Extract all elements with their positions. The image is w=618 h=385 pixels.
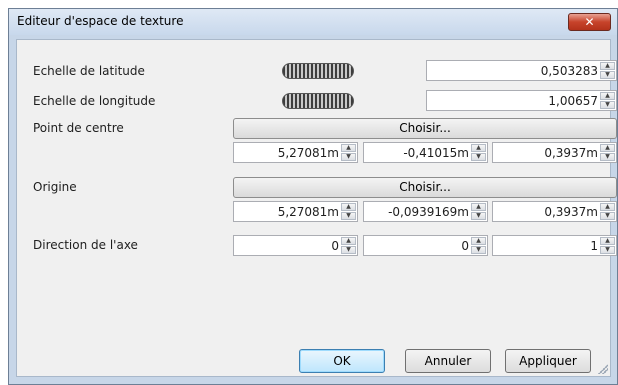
axis-x-input[interactable]: 0 ▲ ▼ bbox=[233, 235, 358, 256]
axis-x-value: 0 bbox=[331, 239, 339, 253]
spin-down-icon[interactable]: ▼ bbox=[341, 246, 356, 254]
center-label: Point de centre bbox=[33, 121, 124, 135]
center-choose-button[interactable]: Choisir... bbox=[233, 118, 617, 139]
axis-y-value: 0 bbox=[461, 239, 469, 253]
origin-choose-button[interactable]: Choisir... bbox=[233, 177, 617, 198]
spin-up-icon[interactable]: ▲ bbox=[341, 237, 356, 245]
dialog-body: Echelle de latitude 0,503283 ▲ ▼ Echelle… bbox=[16, 39, 617, 377]
origin-z-value: 0,3937m bbox=[544, 205, 598, 219]
origin-label: Origine bbox=[33, 180, 77, 194]
longitude-label: Echelle de longitude bbox=[33, 94, 156, 108]
spin-up-icon[interactable]: ▲ bbox=[600, 92, 615, 100]
spin-down-icon[interactable]: ▼ bbox=[600, 153, 615, 161]
spin-up-icon[interactable]: ▲ bbox=[471, 203, 486, 211]
axis-z-input[interactable]: 1 ▲ ▼ bbox=[492, 235, 617, 256]
apply-button[interactable]: Appliquer bbox=[505, 349, 591, 373]
close-icon: ✕ bbox=[584, 15, 595, 29]
spin-up-icon[interactable]: ▲ bbox=[600, 203, 615, 211]
spin-down-icon[interactable]: ▼ bbox=[600, 71, 615, 79]
axis-label: Direction de l'axe bbox=[33, 238, 138, 252]
center-y-value: -0,41015m bbox=[403, 146, 469, 160]
longitude-jog-wheel[interactable] bbox=[282, 93, 354, 109]
center-x-value: 5,27081m bbox=[277, 146, 339, 160]
spin-up-icon[interactable]: ▲ bbox=[600, 144, 615, 152]
spin-up-icon[interactable]: ▲ bbox=[471, 237, 486, 245]
latitude-value: 0,503283 bbox=[540, 64, 598, 78]
spin-down-icon[interactable]: ▼ bbox=[471, 246, 486, 254]
longitude-input[interactable]: 1,00657 ▲ ▼ bbox=[426, 90, 617, 111]
resize-grip-icon[interactable] bbox=[598, 364, 608, 374]
origin-x-value: 5,27081m bbox=[277, 205, 339, 219]
axis-z-value: 1 bbox=[590, 239, 598, 253]
spin-down-icon[interactable]: ▼ bbox=[471, 212, 486, 220]
spin-down-icon[interactable]: ▼ bbox=[600, 212, 615, 220]
origin-z-input[interactable]: 0,3937m ▲ ▼ bbox=[492, 201, 617, 222]
spin-up-icon[interactable]: ▲ bbox=[341, 144, 356, 152]
latitude-jog-wheel[interactable] bbox=[282, 63, 354, 79]
spin-down-icon[interactable]: ▼ bbox=[600, 246, 615, 254]
center-x-input[interactable]: 5,27081m ▲ ▼ bbox=[233, 142, 358, 163]
center-y-input[interactable]: -0,41015m ▲ ▼ bbox=[363, 142, 488, 163]
window-title: Editeur d'espace de texture bbox=[17, 14, 184, 28]
cancel-button[interactable]: Annuler bbox=[405, 349, 491, 373]
dialog-window: Editeur d'espace de texture ✕ Echelle de… bbox=[8, 8, 618, 385]
origin-y-value: -0,0939169m bbox=[388, 205, 469, 219]
longitude-value: 1,00657 bbox=[548, 94, 598, 108]
latitude-label: Echelle de latitude bbox=[33, 64, 145, 78]
spin-down-icon[interactable]: ▼ bbox=[341, 153, 356, 161]
origin-y-input[interactable]: -0,0939169m ▲ ▼ bbox=[363, 201, 488, 222]
ok-button[interactable]: OK bbox=[299, 349, 385, 373]
center-z-value: 0,3937m bbox=[544, 146, 598, 160]
spin-up-icon[interactable]: ▲ bbox=[600, 237, 615, 245]
spin-up-icon[interactable]: ▲ bbox=[341, 203, 356, 211]
spin-down-icon[interactable]: ▼ bbox=[600, 101, 615, 109]
spin-up-icon[interactable]: ▲ bbox=[471, 144, 486, 152]
origin-x-input[interactable]: 5,27081m ▲ ▼ bbox=[233, 201, 358, 222]
spin-down-icon[interactable]: ▼ bbox=[471, 153, 486, 161]
axis-y-input[interactable]: 0 ▲ ▼ bbox=[363, 235, 488, 256]
close-button[interactable]: ✕ bbox=[568, 13, 611, 31]
center-z-input[interactable]: 0,3937m ▲ ▼ bbox=[492, 142, 617, 163]
latitude-input[interactable]: 0,503283 ▲ ▼ bbox=[426, 60, 617, 81]
title-bar[interactable]: Editeur d'espace de texture ✕ bbox=[9, 9, 617, 35]
spin-up-icon[interactable]: ▲ bbox=[600, 62, 615, 70]
spin-down-icon[interactable]: ▼ bbox=[341, 212, 356, 220]
